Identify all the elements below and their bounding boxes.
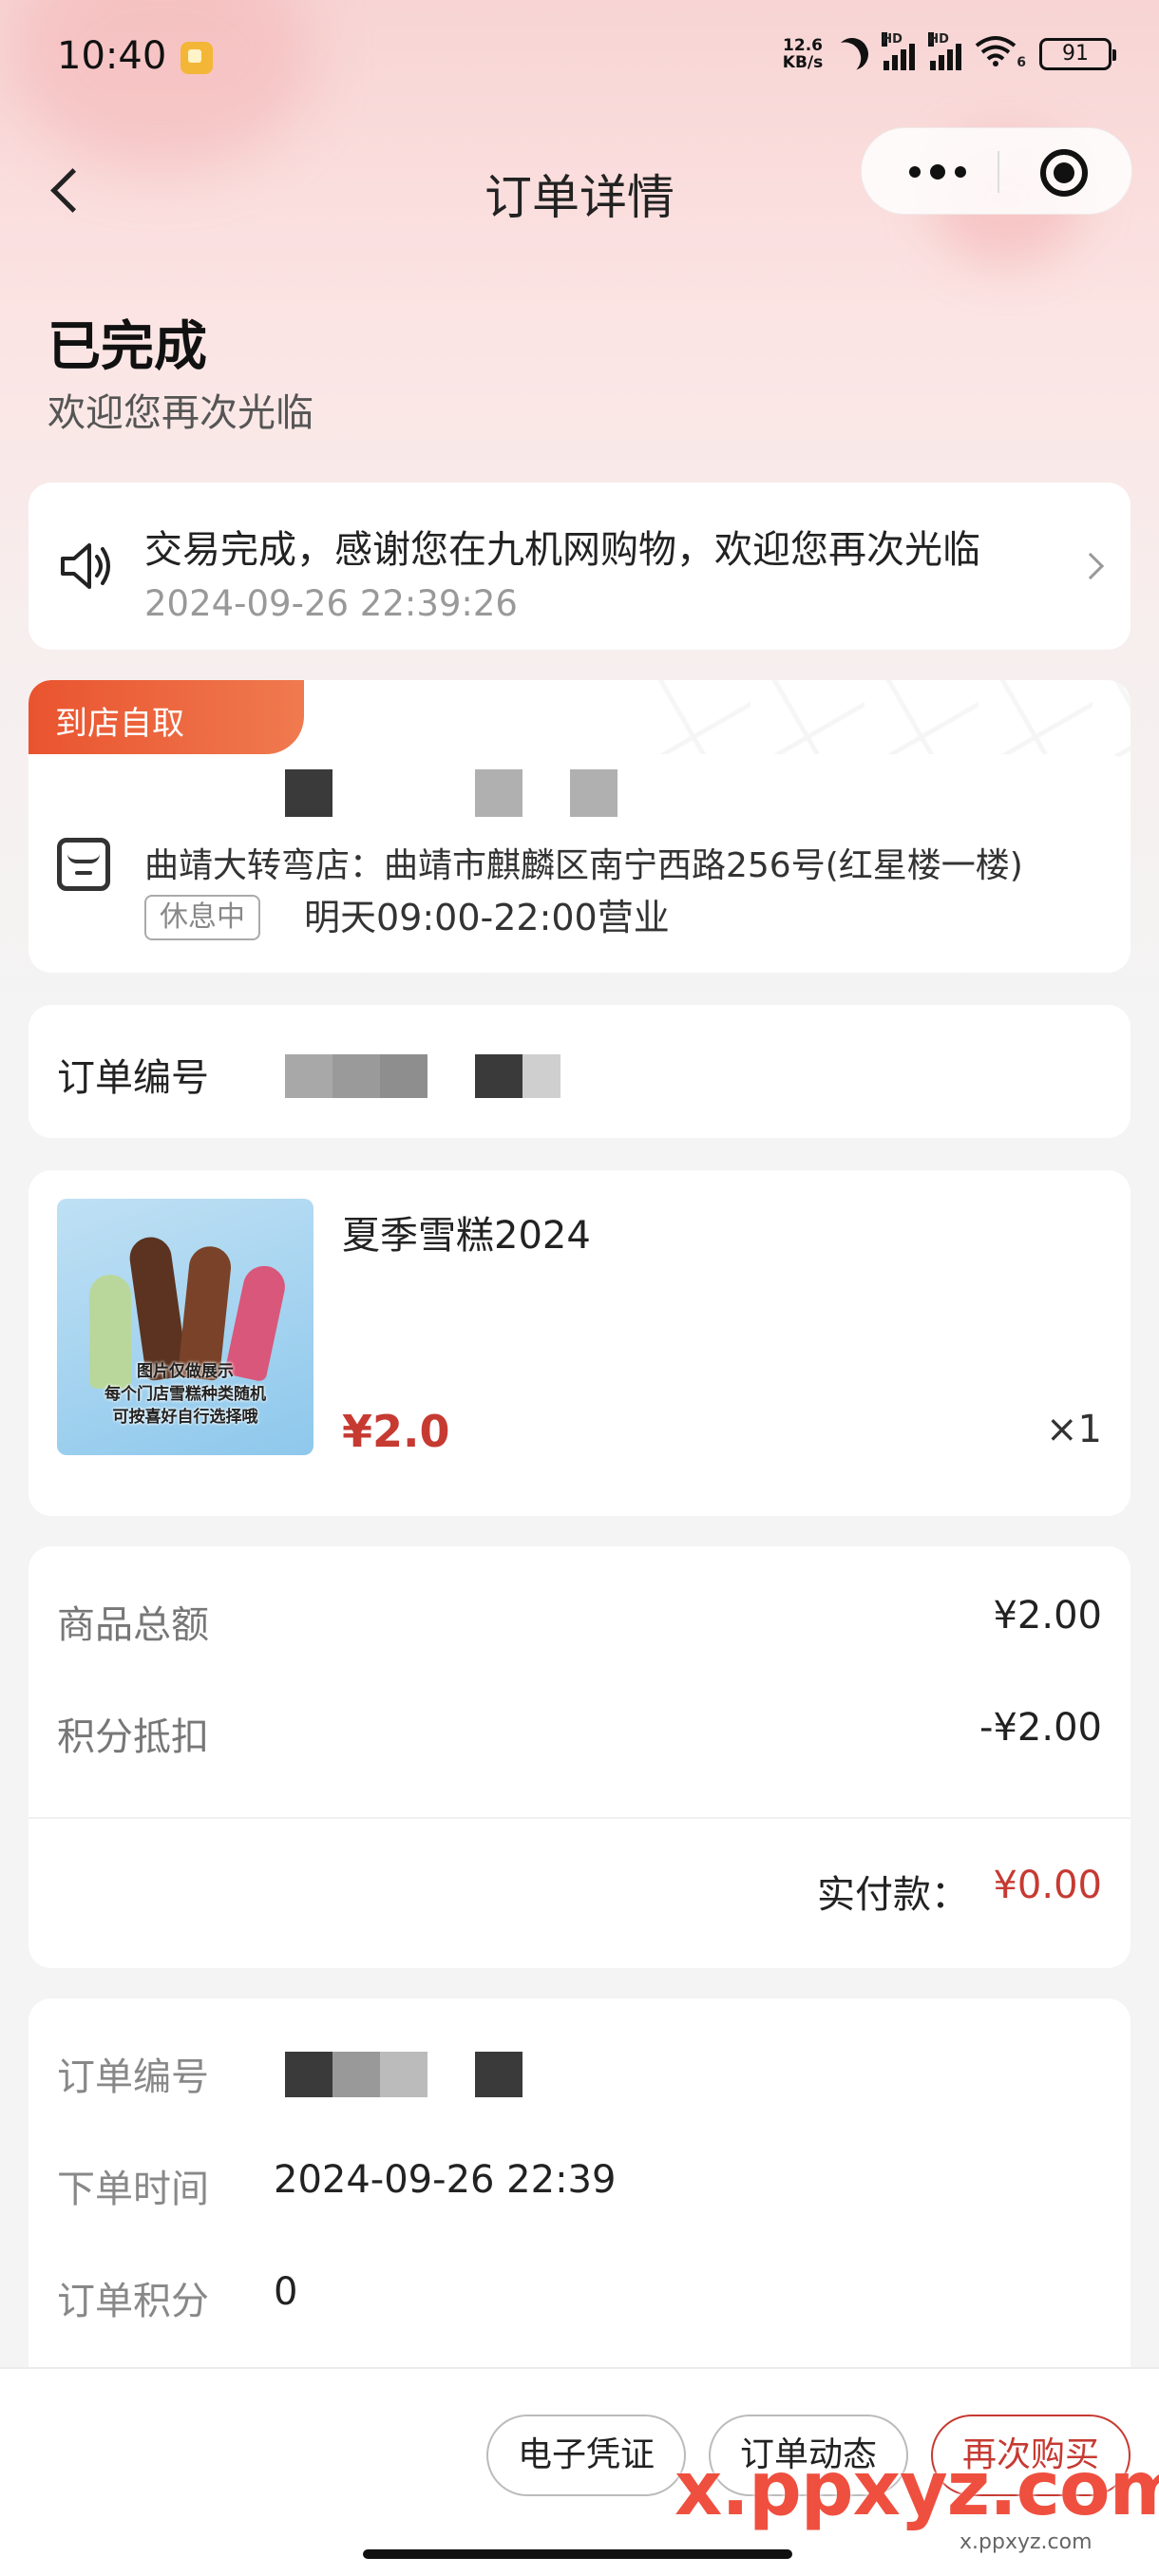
order-details-card: 订单编号 下单时间 2024-09-26 22:39 订单积分 0 [28,1998,1130,2397]
watermark-sub: x.ppxyz.com [960,2530,1092,2554]
signal-hd-label: HD [882,32,902,47]
order-number-label: 订单编号 [57,1056,209,1100]
divider [28,1817,1130,1819]
product-price: ¥2.0 [342,1406,450,1457]
status-indicators: 12.6 KB/s HD HD 6 91 [783,32,1116,76]
order-notice-card[interactable]: 交易完成，感谢您在九机网购物，欢迎您再次光临 2024-09-26 22:39:… [28,483,1130,650]
amount-paid-value: ¥0.00 [993,1864,1102,1907]
wifi-icon [975,34,1016,74]
notification-app-icon [180,42,213,74]
signal-hd-label: HD [928,32,949,47]
order-points-value: 0 [274,2270,298,2314]
notice-timestamp: 2024-09-26 22:39:26 [144,583,518,624]
battery-icon: 91 [1039,38,1116,70]
more-icon[interactable] [900,159,976,185]
signal-icon: HD [882,32,916,70]
order-time-value: 2024-09-26 22:39 [274,2158,617,2202]
payment-summary-card: 商品总额 ¥2.00 积分抵扣 -¥2.00 实付款： ¥0.00 [28,1546,1130,1968]
product-image: 图片仅做展示 每个门店雪糕种类随机 可按喜好自行选择哦 [57,1199,314,1455]
product-name: 夏季雪糕2024 [342,1214,591,1258]
points-deduction-label: 积分抵扣 [57,1715,209,1759]
status-bar: 10:40 12.6 KB/s HD HD 6 91 [0,0,1159,114]
product-image-caption: 图片仅做展示 每个门店雪糕种类随机 可按喜好自行选择哦 [104,1362,266,1427]
product-quantity: ×1 [1046,1408,1102,1451]
home-indicator[interactable] [363,2549,792,2559]
goods-total-value: ¥2.00 [993,1594,1102,1638]
net-speed-value: 12.6 [783,36,823,55]
order-number-card: 订单编号 [28,1005,1130,1138]
product-card[interactable]: 图片仅做展示 每个门店雪糕种类随机 可按喜好自行选择哦 夏季雪糕2024 ¥2.… [28,1170,1130,1516]
pickup-tag: 到店自取 [28,680,304,754]
status-time: 10:40 [57,34,167,78]
pickup-store-card: 到店自取 曲靖大转弯店：曲靖市麒麟区南宁西路256号(红星楼一楼) 休息中 明天… [28,680,1130,973]
capsule-divider [998,151,999,193]
store-hours: 明天09:00-22:00营业 [304,897,670,938]
close-icon[interactable] [1040,149,1088,197]
e-voucher-button[interactable]: 电子凭证 [486,2415,686,2496]
net-speed-unit: KB/s [782,53,824,72]
goods-total-label: 商品总额 [57,1603,209,1647]
watermark: x.ppxyz.com [674,2447,1159,2532]
order-status-subtitle: 欢迎您再次光临 [48,391,314,435]
signal-icon: HD [928,32,962,70]
notice-message: 交易完成，感谢您在九机网购物，欢迎您再次光临 [144,528,980,572]
order-time-label: 下单时间 [57,2168,209,2211]
order-points-label: 订单积分 [57,2280,209,2323]
store-icon [57,838,110,891]
mini-program-capsule [861,127,1132,215]
status-badge: 休息中 [144,895,260,940]
amount-paid-label: 实付款： [817,1873,969,1917]
chevron-right-icon [1076,552,1105,580]
wifi-generation: 6 [1016,55,1026,70]
order-status-title: 已完成 [48,316,207,378]
net-speed: 12.6 KB/s [783,37,823,71]
store-address: 曲靖大转弯店：曲靖市麒麟区南宁西路256号(红星楼一楼) [144,846,1023,885]
speaker-icon [61,543,110,589]
moon-icon [830,32,874,76]
points-deduction-value: -¥2.00 [979,1706,1102,1750]
detail-order-number-label: 订单编号 [57,2055,209,2099]
